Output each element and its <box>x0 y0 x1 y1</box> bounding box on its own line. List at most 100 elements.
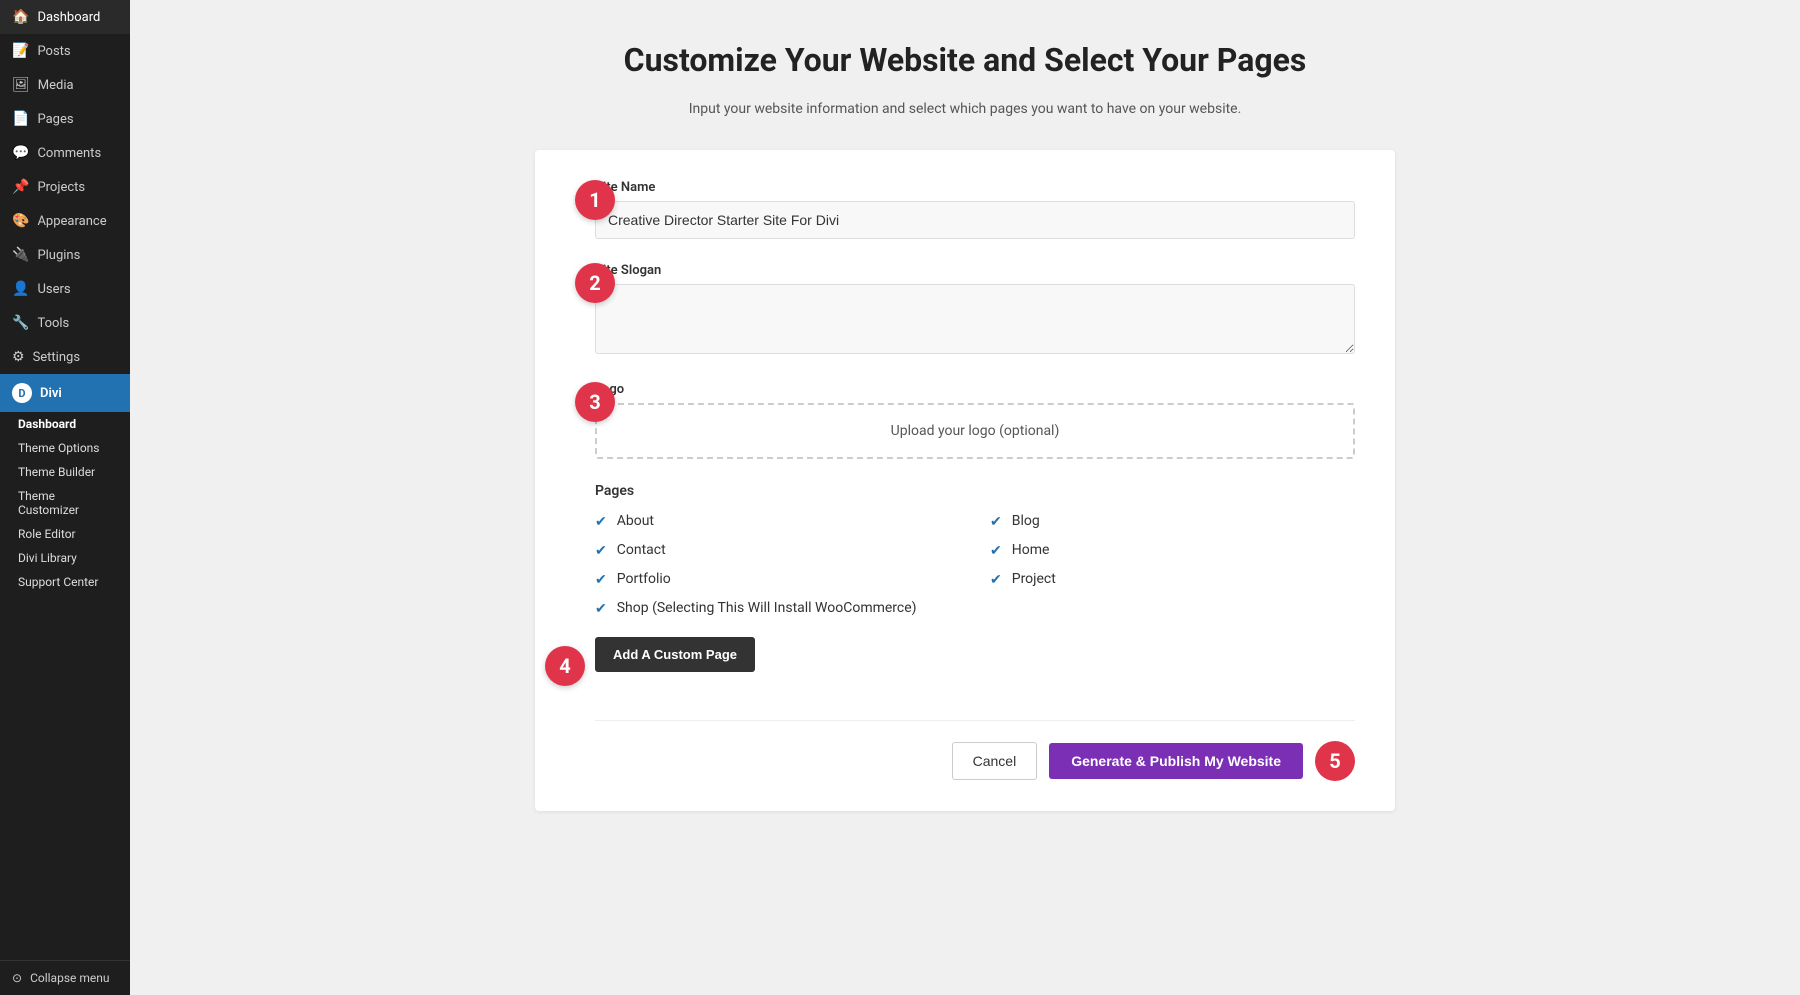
divi-icon: D <box>12 383 32 403</box>
page-check-contact[interactable]: ✔ Contact <box>595 542 960 559</box>
divi-subitem-label: Divi Library <box>18 551 77 565</box>
divi-subitem-label: Theme Customizer <box>18 489 79 517</box>
divi-subitem-divi-library[interactable]: Divi Library <box>0 546 130 570</box>
page-check-home[interactable]: ✔ Home <box>990 542 1355 559</box>
sidebar-item-posts[interactable]: 📝 Posts <box>0 34 130 68</box>
logo-upload-text: Upload your logo (optional) <box>891 423 1060 439</box>
site-slogan-label: Site Slogan <box>595 263 1355 278</box>
divi-subitem-theme-customizer[interactable]: Theme Customizer <box>0 484 130 522</box>
publish-wrapper: Generate & Publish My Website 5 <box>1049 741 1355 781</box>
step-2-badge: 2 <box>575 263 615 303</box>
sidebar-item-appearance[interactable]: 🎨 Appearance <box>0 204 130 238</box>
logo-section: 3 Logo Upload your logo (optional) <box>595 382 1355 459</box>
divi-subitem-label: Theme Builder <box>18 465 95 479</box>
plugins-icon: 🔌 <box>12 247 29 263</box>
collapse-menu-button[interactable]: ⊙ Collapse menu <box>0 960 130 995</box>
pages-label: Pages <box>595 483 1355 499</box>
divi-label: Divi <box>40 386 62 401</box>
pages-grid: ✔ About ✔ Blog ✔ Contact ✔ <box>595 513 1355 617</box>
page-label-portfolio: Portfolio <box>617 571 671 587</box>
page-check-shop[interactable]: ✔ Shop (Selecting This Will Install WooC… <box>595 600 960 617</box>
add-custom-page-button[interactable]: Add A Custom Page <box>595 637 755 672</box>
site-slogan-input[interactable] <box>595 284 1355 354</box>
page-subtitle: Input your website information and selec… <box>535 98 1395 120</box>
collapse-icon: ⊙ <box>12 971 22 985</box>
cancel-button[interactable]: Cancel <box>952 742 1038 780</box>
sidebar-item-tools[interactable]: 🔧 Tools <box>0 306 130 340</box>
publish-label: Generate & Publish My Website <box>1071 753 1281 769</box>
logo-label: Logo <box>595 382 1355 397</box>
page-label-contact: Contact <box>617 542 666 558</box>
step-3-badge: 3 <box>575 382 615 422</box>
divi-subitem-label: Role Editor <box>18 527 76 541</box>
divi-menu-header[interactable]: D Divi <box>0 374 130 412</box>
publish-button[interactable]: Generate & Publish My Website <box>1049 743 1303 779</box>
sidebar-item-label: Users <box>37 282 70 297</box>
sidebar-item-pages[interactable]: 📄 Pages <box>0 102 130 136</box>
check-icon-shop: ✔ <box>595 601 607 617</box>
users-icon: 👤 <box>12 281 29 297</box>
divi-subitem-theme-options[interactable]: Theme Options <box>0 436 130 460</box>
add-custom-page-label: Add A Custom Page <box>613 647 737 662</box>
page-label-project: Project <box>1012 571 1056 587</box>
page-check-about[interactable]: ✔ About <box>595 513 960 530</box>
sidebar-item-label: Dashboard <box>37 10 100 25</box>
check-icon-blog: ✔ <box>990 514 1002 530</box>
form-card: 1 Site Name 2 Site Slogan 3 Logo Upload … <box>535 150 1395 811</box>
media-icon: 🖼 <box>12 77 30 93</box>
page-check-blog[interactable]: ✔ Blog <box>990 513 1355 530</box>
comments-icon: 💬 <box>12 145 29 161</box>
check-icon-contact: ✔ <box>595 543 607 559</box>
logo-upload-area[interactable]: Upload your logo (optional) <box>595 403 1355 459</box>
page-title: Customize Your Website and Select Your P… <box>535 40 1395 82</box>
divi-subitem-label: Support Center <box>18 575 98 589</box>
settings-icon: ⚙ <box>12 349 25 365</box>
step-4-badge: 4 <box>545 646 585 686</box>
divi-subitem-role-editor[interactable]: Role Editor <box>0 522 130 546</box>
divi-subitem-dashboard[interactable]: Dashboard <box>0 412 130 436</box>
divi-subitem-label: Dashboard <box>18 417 76 431</box>
step-1-badge: 1 <box>575 180 615 220</box>
tools-icon: 🔧 <box>12 315 29 331</box>
sidebar-item-plugins[interactable]: 🔌 Plugins <box>0 238 130 272</box>
projects-icon: 📌 <box>12 179 29 195</box>
check-icon-project: ✔ <box>990 572 1002 588</box>
pages-section: Pages ✔ About ✔ Blog ✔ Contact <box>595 483 1355 696</box>
sidebar-item-label: Pages <box>37 112 73 127</box>
page-label-shop: Shop (Selecting This Will Install WooCom… <box>617 600 917 616</box>
step-5-badge: 5 <box>1315 741 1355 781</box>
divi-subitem-support-center[interactable]: Support Center <box>0 570 130 594</box>
posts-icon: 📝 <box>12 43 29 59</box>
site-name-label: Site Name <box>595 180 1355 195</box>
check-icon-portfolio: ✔ <box>595 572 607 588</box>
sidebar-item-label: Comments <box>37 146 101 161</box>
divi-subitem-theme-builder[interactable]: Theme Builder <box>0 460 130 484</box>
site-name-input[interactable] <box>595 201 1355 239</box>
sidebar-item-users[interactable]: 👤 Users <box>0 272 130 306</box>
page-check-portfolio[interactable]: ✔ Portfolio <box>595 571 960 588</box>
divi-subitem-label: Theme Options <box>18 441 100 455</box>
dashboard-icon: 🏠 <box>12 9 29 25</box>
pages-icon: 📄 <box>12 111 29 127</box>
site-name-section: 1 Site Name <box>595 180 1355 239</box>
page-label-about: About <box>617 513 654 529</box>
sidebar-item-label: Appearance <box>37 214 106 229</box>
page-container: Customize Your Website and Select Your P… <box>535 40 1395 811</box>
sidebar-item-projects[interactable]: 📌 Projects <box>0 170 130 204</box>
sidebar-item-label: Settings <box>33 350 80 365</box>
sidebar-item-settings[interactable]: ⚙ Settings <box>0 340 130 374</box>
page-check-project[interactable]: ✔ Project <box>990 571 1355 588</box>
sidebar: 🏠 Dashboard 📝 Posts 🖼 Media 📄 Pages 💬 Co… <box>0 0 130 995</box>
sidebar-item-media[interactable]: 🖼 Media <box>0 68 130 102</box>
form-actions: Cancel Generate & Publish My Website 5 <box>595 720 1355 781</box>
main-content: Customize Your Website and Select Your P… <box>130 0 1800 995</box>
collapse-label: Collapse menu <box>30 971 109 985</box>
check-icon-about: ✔ <box>595 514 607 530</box>
sidebar-item-label: Projects <box>37 180 85 195</box>
sidebar-item-label: Media <box>38 78 74 93</box>
sidebar-item-comments[interactable]: 💬 Comments <box>0 136 130 170</box>
appearance-icon: 🎨 <box>12 213 29 229</box>
page-label-home: Home <box>1012 542 1050 558</box>
sidebar-item-dashboard[interactable]: 🏠 Dashboard <box>0 0 130 34</box>
sidebar-item-label: Plugins <box>37 248 80 263</box>
